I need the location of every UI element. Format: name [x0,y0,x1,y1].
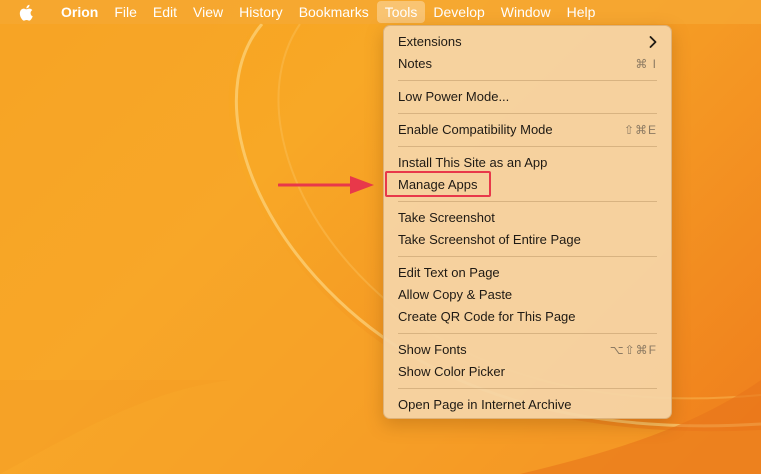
menu-separator [398,146,657,147]
menu-item-show-color-picker[interactable]: Show Color Picker [384,361,671,383]
menu-separator [398,201,657,202]
menu-item-label: Create QR Code for This Page [398,309,576,324]
menu-window[interactable]: Window [493,1,559,23]
menu-item-show-fonts[interactable]: Show Fonts ⌥⇧⌘F [384,339,671,361]
apple-logo-icon[interactable] [18,3,34,21]
menu-orion[interactable]: Orion [53,1,106,23]
menu-item-allow-copy-paste[interactable]: Allow Copy & Paste [384,284,671,306]
menu-item-label: Extensions [398,34,462,49]
menu-item-create-qr-code[interactable]: Create QR Code for This Page [384,306,671,328]
menu-help[interactable]: Help [559,1,604,23]
menu-item-label: Enable Compatibility Mode [398,122,553,137]
shortcut-label: ⇧⌘E [623,123,657,137]
menu-item-edit-text[interactable]: Edit Text on Page [384,262,671,284]
menu-separator [398,333,657,334]
menu-item-label: Notes [398,56,432,71]
menu-item-internet-archive[interactable]: Open Page in Internet Archive [384,394,671,416]
menu-item-label: Allow Copy & Paste [398,287,513,302]
menu-separator [398,80,657,81]
menu-item-extensions[interactable]: Extensions [384,31,671,53]
menu-item-take-screenshot[interactable]: Take Screenshot [384,207,671,229]
menu-separator [398,256,657,257]
menu-item-label: Take Screenshot of Entire Page [398,232,581,247]
menu-item-label: Low Power Mode... [398,89,510,104]
menu-item-low-power-mode[interactable]: Low Power Mode... [384,86,671,108]
menu-separator [398,388,657,389]
menu-item-compatibility-mode[interactable]: Enable Compatibility Mode ⇧⌘E [384,119,671,141]
menu-view[interactable]: View [185,1,231,23]
menu-item-label: Take Screenshot [398,210,495,225]
menu-file[interactable]: File [106,1,145,23]
menu-item-label: Open Page in Internet Archive [398,397,572,412]
tools-dropdown-menu: Extensions Notes ⌘ I Low Power Mode... E… [383,25,672,419]
chevron-right-icon [649,36,657,48]
menu-item-take-screenshot-entire-page[interactable]: Take Screenshot of Entire Page [384,229,671,251]
menu-develop[interactable]: Develop [425,1,492,23]
menu-tools[interactable]: Tools [376,1,426,23]
menu-history[interactable]: History [231,1,291,23]
annotation-highlight-box [385,171,491,197]
menu-item-label: Edit Text on Page [398,265,500,280]
menu-bookmarks[interactable]: Bookmarks [291,1,377,23]
menu-separator [398,113,657,114]
shortcut-label: ⌥⇧⌘F [609,343,657,357]
menu-bar: Orion File Edit View History Bookmarks T… [0,0,761,24]
annotation-arrow-icon [278,176,374,194]
menu-item-notes[interactable]: Notes ⌘ I [384,53,671,75]
menu-item-label: Show Color Picker [398,364,505,379]
shortcut-label: ⌘ I [635,57,657,71]
menu-edit[interactable]: Edit [145,1,185,23]
menu-item-label: Show Fonts [398,342,467,357]
